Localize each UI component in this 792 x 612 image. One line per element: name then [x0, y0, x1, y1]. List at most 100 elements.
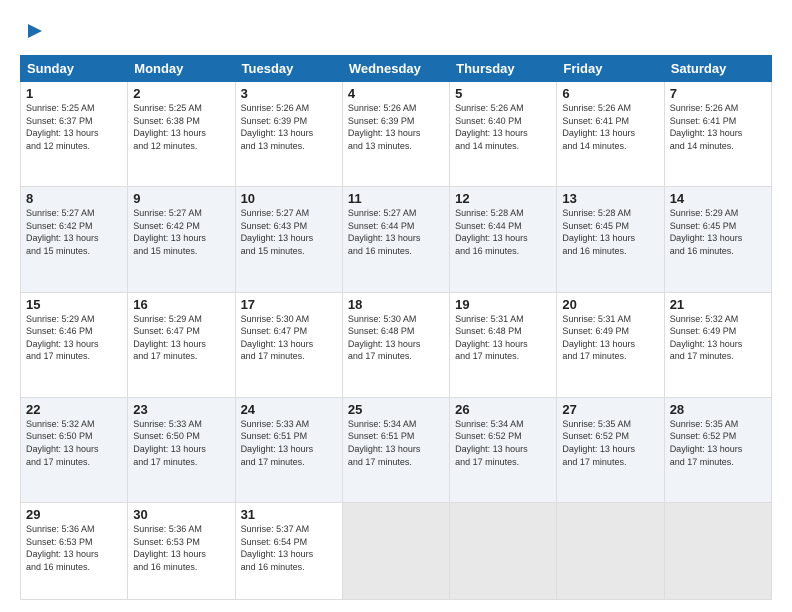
- day-info: Sunrise: 5:29 AM Sunset: 6:46 PM Dayligh…: [26, 313, 122, 363]
- header-row: SundayMondayTuesdayWednesdayThursdayFrid…: [21, 56, 772, 82]
- calendar-table: SundayMondayTuesdayWednesdayThursdayFrid…: [20, 55, 772, 600]
- day-info: Sunrise: 5:35 AM Sunset: 6:52 PM Dayligh…: [562, 418, 658, 468]
- table-row: 21Sunrise: 5:32 AM Sunset: 6:49 PM Dayli…: [664, 292, 771, 397]
- day-info: Sunrise: 5:32 AM Sunset: 6:50 PM Dayligh…: [26, 418, 122, 468]
- day-number: 14: [670, 191, 766, 206]
- day-number: 6: [562, 86, 658, 101]
- day-number: 30: [133, 507, 229, 522]
- day-info: Sunrise: 5:28 AM Sunset: 6:45 PM Dayligh…: [562, 207, 658, 257]
- day-info: Sunrise: 5:30 AM Sunset: 6:48 PM Dayligh…: [348, 313, 444, 363]
- day-header-saturday: Saturday: [664, 56, 771, 82]
- day-info: Sunrise: 5:27 AM Sunset: 6:42 PM Dayligh…: [133, 207, 229, 257]
- day-number: 7: [670, 86, 766, 101]
- table-row: 6Sunrise: 5:26 AM Sunset: 6:41 PM Daylig…: [557, 82, 664, 187]
- day-number: 23: [133, 402, 229, 417]
- day-info: Sunrise: 5:28 AM Sunset: 6:44 PM Dayligh…: [455, 207, 551, 257]
- table-row: 19Sunrise: 5:31 AM Sunset: 6:48 PM Dayli…: [450, 292, 557, 397]
- day-number: 18: [348, 297, 444, 312]
- day-number: 20: [562, 297, 658, 312]
- day-info: Sunrise: 5:26 AM Sunset: 6:39 PM Dayligh…: [241, 102, 337, 152]
- day-info: Sunrise: 5:26 AM Sunset: 6:40 PM Dayligh…: [455, 102, 551, 152]
- day-number: 22: [26, 402, 122, 417]
- day-number: 29: [26, 507, 122, 522]
- day-number: 10: [241, 191, 337, 206]
- table-row: 27Sunrise: 5:35 AM Sunset: 6:52 PM Dayli…: [557, 397, 664, 502]
- table-row: 4Sunrise: 5:26 AM Sunset: 6:39 PM Daylig…: [342, 82, 449, 187]
- table-row: 26Sunrise: 5:34 AM Sunset: 6:52 PM Dayli…: [450, 397, 557, 502]
- calendar-week-2: 8Sunrise: 5:27 AM Sunset: 6:42 PM Daylig…: [21, 187, 772, 292]
- table-row: 23Sunrise: 5:33 AM Sunset: 6:50 PM Dayli…: [128, 397, 235, 502]
- day-info: Sunrise: 5:33 AM Sunset: 6:51 PM Dayligh…: [241, 418, 337, 468]
- calendar-week-5: 29Sunrise: 5:36 AM Sunset: 6:53 PM Dayli…: [21, 503, 772, 600]
- day-number: 3: [241, 86, 337, 101]
- day-number: 24: [241, 402, 337, 417]
- day-header-tuesday: Tuesday: [235, 56, 342, 82]
- day-info: Sunrise: 5:27 AM Sunset: 6:43 PM Dayligh…: [241, 207, 337, 257]
- day-number: 28: [670, 402, 766, 417]
- day-info: Sunrise: 5:34 AM Sunset: 6:52 PM Dayligh…: [455, 418, 551, 468]
- page: SundayMondayTuesdayWednesdayThursdayFrid…: [0, 0, 792, 612]
- table-row: 12Sunrise: 5:28 AM Sunset: 6:44 PM Dayli…: [450, 187, 557, 292]
- table-row: 30Sunrise: 5:36 AM Sunset: 6:53 PM Dayli…: [128, 503, 235, 600]
- table-row: 17Sunrise: 5:30 AM Sunset: 6:47 PM Dayli…: [235, 292, 342, 397]
- day-info: Sunrise: 5:36 AM Sunset: 6:53 PM Dayligh…: [133, 523, 229, 573]
- day-number: 13: [562, 191, 658, 206]
- day-info: Sunrise: 5:29 AM Sunset: 6:47 PM Dayligh…: [133, 313, 229, 363]
- day-info: Sunrise: 5:37 AM Sunset: 6:54 PM Dayligh…: [241, 523, 337, 573]
- table-row: 10Sunrise: 5:27 AM Sunset: 6:43 PM Dayli…: [235, 187, 342, 292]
- day-info: Sunrise: 5:32 AM Sunset: 6:49 PM Dayligh…: [670, 313, 766, 363]
- logo: [20, 18, 46, 47]
- day-number: 26: [455, 402, 551, 417]
- day-number: 2: [133, 86, 229, 101]
- calendar-week-3: 15Sunrise: 5:29 AM Sunset: 6:46 PM Dayli…: [21, 292, 772, 397]
- day-number: 12: [455, 191, 551, 206]
- table-row: 11Sunrise: 5:27 AM Sunset: 6:44 PM Dayli…: [342, 187, 449, 292]
- day-info: Sunrise: 5:36 AM Sunset: 6:53 PM Dayligh…: [26, 523, 122, 573]
- day-info: Sunrise: 5:33 AM Sunset: 6:50 PM Dayligh…: [133, 418, 229, 468]
- day-number: 15: [26, 297, 122, 312]
- day-info: Sunrise: 5:26 AM Sunset: 6:39 PM Dayligh…: [348, 102, 444, 152]
- day-info: Sunrise: 5:27 AM Sunset: 6:42 PM Dayligh…: [26, 207, 122, 257]
- table-row: 25Sunrise: 5:34 AM Sunset: 6:51 PM Dayli…: [342, 397, 449, 502]
- day-number: 25: [348, 402, 444, 417]
- day-number: 9: [133, 191, 229, 206]
- table-row: 3Sunrise: 5:26 AM Sunset: 6:39 PM Daylig…: [235, 82, 342, 187]
- day-info: Sunrise: 5:27 AM Sunset: 6:44 PM Dayligh…: [348, 207, 444, 257]
- day-header-friday: Friday: [557, 56, 664, 82]
- table-row: 16Sunrise: 5:29 AM Sunset: 6:47 PM Dayli…: [128, 292, 235, 397]
- day-info: Sunrise: 5:25 AM Sunset: 6:38 PM Dayligh…: [133, 102, 229, 152]
- day-number: 17: [241, 297, 337, 312]
- day-header-sunday: Sunday: [21, 56, 128, 82]
- day-number: 1: [26, 86, 122, 101]
- table-row: 28Sunrise: 5:35 AM Sunset: 6:52 PM Dayli…: [664, 397, 771, 502]
- day-header-wednesday: Wednesday: [342, 56, 449, 82]
- day-header-monday: Monday: [128, 56, 235, 82]
- day-info: Sunrise: 5:30 AM Sunset: 6:47 PM Dayligh…: [241, 313, 337, 363]
- day-info: Sunrise: 5:34 AM Sunset: 6:51 PM Dayligh…: [348, 418, 444, 468]
- day-info: Sunrise: 5:26 AM Sunset: 6:41 PM Dayligh…: [670, 102, 766, 152]
- calendar-week-4: 22Sunrise: 5:32 AM Sunset: 6:50 PM Dayli…: [21, 397, 772, 502]
- day-number: 19: [455, 297, 551, 312]
- calendar-week-1: 1Sunrise: 5:25 AM Sunset: 6:37 PM Daylig…: [21, 82, 772, 187]
- table-row: 15Sunrise: 5:29 AM Sunset: 6:46 PM Dayli…: [21, 292, 128, 397]
- day-number: 8: [26, 191, 122, 206]
- table-row: 18Sunrise: 5:30 AM Sunset: 6:48 PM Dayli…: [342, 292, 449, 397]
- day-info: Sunrise: 5:31 AM Sunset: 6:48 PM Dayligh…: [455, 313, 551, 363]
- table-row: 1Sunrise: 5:25 AM Sunset: 6:37 PM Daylig…: [21, 82, 128, 187]
- table-row: 8Sunrise: 5:27 AM Sunset: 6:42 PM Daylig…: [21, 187, 128, 292]
- day-info: Sunrise: 5:26 AM Sunset: 6:41 PM Dayligh…: [562, 102, 658, 152]
- table-row: [557, 503, 664, 600]
- table-row: 31Sunrise: 5:37 AM Sunset: 6:54 PM Dayli…: [235, 503, 342, 600]
- day-number: 4: [348, 86, 444, 101]
- table-row: 5Sunrise: 5:26 AM Sunset: 6:40 PM Daylig…: [450, 82, 557, 187]
- table-row: 2Sunrise: 5:25 AM Sunset: 6:38 PM Daylig…: [128, 82, 235, 187]
- day-number: 11: [348, 191, 444, 206]
- table-row: 29Sunrise: 5:36 AM Sunset: 6:53 PM Dayli…: [21, 503, 128, 600]
- day-info: Sunrise: 5:35 AM Sunset: 6:52 PM Dayligh…: [670, 418, 766, 468]
- header: [20, 18, 772, 47]
- day-number: 21: [670, 297, 766, 312]
- table-row: 14Sunrise: 5:29 AM Sunset: 6:45 PM Dayli…: [664, 187, 771, 292]
- day-number: 16: [133, 297, 229, 312]
- table-row: 24Sunrise: 5:33 AM Sunset: 6:51 PM Dayli…: [235, 397, 342, 502]
- day-info: Sunrise: 5:29 AM Sunset: 6:45 PM Dayligh…: [670, 207, 766, 257]
